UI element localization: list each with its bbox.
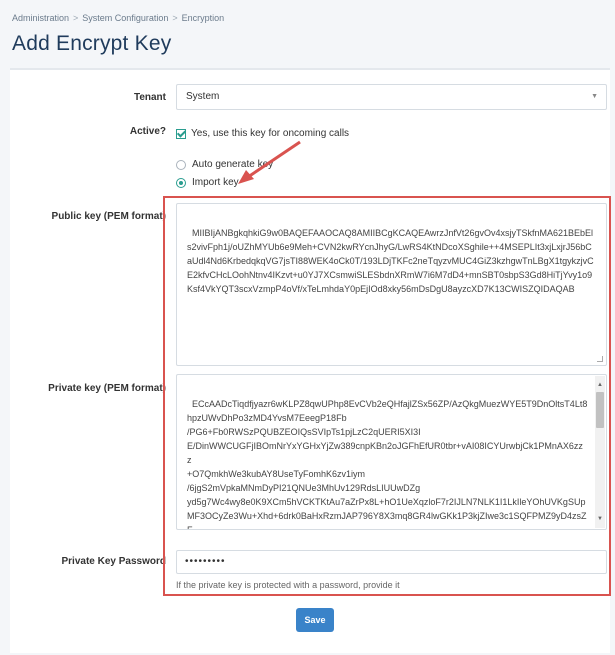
active-checkbox-row[interactable]: Yes, use this key for oncoming calls [176, 128, 349, 139]
breadcrumb-separator-icon: > [73, 13, 79, 23]
breadcrumb-item-system-configuration[interactable]: System Configuration [82, 13, 168, 23]
save-button[interactable]: Save [296, 608, 334, 632]
resize-handle-icon[interactable] [597, 356, 603, 362]
chevron-down-icon: ▼ [591, 93, 598, 100]
radio-auto-generate-label: Auto generate key [192, 159, 274, 170]
radio-auto-generate-row[interactable]: Auto generate key [176, 159, 273, 170]
active-checkbox-label: Yes, use this key for oncoming calls [191, 128, 350, 139]
public-key-label: Public key (PEM format) [51, 211, 166, 222]
public-key-value: MIIBIjANBgkqhkiG9w0BAQEFAAOCAQ8AMIIBCgKC… [187, 228, 594, 294]
password-label: Private Key Password [61, 556, 167, 567]
password-value: ••••••••• [185, 556, 226, 567]
private-key-password-input[interactable]: ••••••••• [176, 550, 607, 574]
radio-import[interactable] [176, 177, 186, 188]
private-key-textarea[interactable]: ECcAADcTiqdfjyazr6wKLPZ8qwUPhp8EvCVb2eQH… [176, 374, 607, 530]
scroll-up-icon[interactable]: ▲ [597, 378, 603, 392]
breadcrumb-item-encryption: Encryption [181, 13, 225, 23]
private-key-value: ECcAADcTiqdfjyazr6wKLPZ8qwUPhp8EvCVb2eQH… [187, 399, 588, 530]
scrollbar-thumb[interactable] [596, 392, 604, 428]
breadcrumb-item-administration[interactable]: Administration [12, 13, 69, 23]
private-key-scrollbar[interactable]: ▲ ▼ [595, 376, 605, 528]
active-checkbox[interactable] [176, 128, 186, 139]
tenant-select-value: System [186, 91, 220, 102]
radio-import-label: Import key [192, 177, 239, 188]
radio-auto-generate[interactable] [176, 159, 186, 170]
active-label: Active? [129, 126, 166, 137]
radio-import-row[interactable]: Import key [176, 177, 239, 188]
page-title: Add Encrypt Key [12, 32, 172, 55]
password-help-text: If the private key is protected with a p… [176, 580, 400, 590]
scroll-down-icon[interactable]: ▼ [597, 512, 603, 526]
private-key-label: Private key (PEM format) [48, 383, 166, 394]
tenant-select[interactable]: System ▼ [176, 84, 607, 110]
tenant-label: Tenant [133, 92, 166, 103]
breadcrumb: Administration > System Configuration > Encr… [12, 13, 224, 23]
breadcrumb-separator-icon: > [172, 13, 178, 23]
public-key-textarea[interactable]: MIIBIjANBgkqhkiG9w0BAQEFAAOCAQ8AMIIBCgKC… [176, 203, 607, 366]
